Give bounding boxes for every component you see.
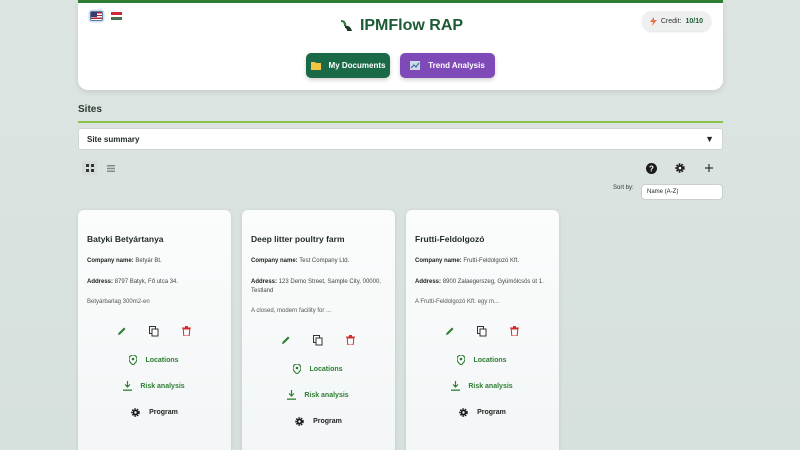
sites-heading: Sites [78,104,102,115]
toolbar: ? [644,161,716,175]
sort-select[interactable]: Name (A-Z) [641,184,723,200]
credit-label: Credit: [660,17,682,25]
locations-link[interactable]: Locations [415,355,549,365]
trend-analysis-label: Trend Analysis [428,61,485,70]
program-label: Program [313,418,342,425]
edit-pencil-icon[interactable] [280,334,292,346]
caret-down-icon: ▼ [705,134,714,144]
download-icon [451,381,461,391]
address-row: Address: 123 Demo Street, Sample City, 0… [251,278,385,296]
risk-analysis-link[interactable]: Risk analysis [251,390,385,400]
add-site-icon[interactable] [702,161,716,175]
copy-icon[interactable] [148,325,160,337]
risk-analysis-label: Risk analysis [140,382,185,390]
locations-label: Locations [145,356,179,364]
site-summary-label: Site summary [87,134,140,144]
download-icon [123,381,133,391]
leaf-logo-icon [340,20,352,31]
risk-analysis-label: Risk analysis [304,391,349,399]
svg-text:?: ? [649,164,654,173]
locations-label: Locations [473,356,507,364]
my-documents-label: My Documents [328,61,386,70]
edit-pencil-icon[interactable] [116,325,128,337]
header-card: IPMFlow RAP Credit: 10/10 My Documents T… [78,0,723,90]
delete-trash-icon[interactable] [344,334,356,346]
help-icon[interactable]: ? [644,161,658,175]
site-card: Batyki Betyártanya Company name: Betyár … [78,210,231,450]
address-value: 8900 Zalaegerszeg, Gyümölcsös út 1. [442,279,544,285]
card-actions [415,325,549,337]
map-pin-icon [129,355,138,365]
credit-badge: Credit: 10/10 [641,11,711,31]
site-card: Deep litter poultry farm Company name: T… [242,210,395,450]
address-label: Address: [87,279,114,285]
delete-trash-icon[interactable] [508,325,520,337]
trend-analysis-button[interactable]: Trend Analysis [400,53,495,78]
card-actions [251,334,385,346]
address-row: Address: 8900 Zalaegerszeg, Gyümölcsös ú… [415,278,549,287]
list-view-icon[interactable] [103,161,118,175]
program-link[interactable]: Program [251,416,385,427]
site-description: Betyárbarlag 300m2-en [87,299,150,305]
address-label: Address: [251,279,278,285]
my-documents-button[interactable]: My Documents [306,53,390,78]
brand-text: IPMFlow RAP [359,17,464,34]
chart-icon [410,61,421,70]
gear-icon [459,408,468,417]
site-card-title: Deep litter poultry farm [251,234,345,244]
card-actions [87,325,221,337]
map-pin-icon [293,364,302,374]
site-card-title: Frutti-Feldolgozó [415,234,485,244]
program-link[interactable]: Program [415,407,549,418]
locations-link[interactable]: Locations [87,355,221,365]
company-value: Betyár Bt. [135,258,162,264]
program-label: Program [149,409,178,416]
site-description: A closed, modern facility for ... [251,308,332,314]
company-label: Company name: [251,258,298,264]
copy-icon[interactable] [312,334,324,346]
folder-icon [310,62,321,70]
site-card: Frutti-Feldolgozó Company name: Frutti-F… [406,210,559,450]
company-row: Company name: Betyár Bt. [87,257,221,266]
program-label: Program [477,409,506,416]
address-row: Address: 8797 Batyk, Fő utca 34. [87,278,221,287]
copy-icon[interactable] [476,325,488,337]
company-label: Company name: [415,258,462,264]
risk-analysis-label: Risk analysis [468,382,513,390]
risk-analysis-link[interactable]: Risk analysis [415,381,549,391]
risk-analysis-link[interactable]: Risk analysis [87,381,221,391]
company-value: Test Company Ltd. [299,258,350,264]
company-row: Company name: Frutti-Feldolgozó Kft. [415,257,549,266]
site-card-title: Batyki Betyártanya [87,234,164,244]
address-value: 8797 Batyk, Fő utca 34. [114,279,179,285]
site-description: A Frutti-Feldolgozó Kft. egy m... [415,299,500,305]
gear-icon [295,417,304,426]
delete-trash-icon[interactable] [180,325,192,337]
sites-divider [78,121,723,123]
grid-view-icon[interactable] [82,161,97,175]
sort-by-label: Sort by: [613,185,634,191]
company-row: Company name: Test Company Ltd. [251,257,385,266]
app-title: IPMFlow RAP [78,17,723,35]
company-value: Frutti-Feldolgozó Kft. [463,258,520,264]
locations-link[interactable]: Locations [251,364,385,374]
view-toggle [82,161,118,175]
gear-icon [131,408,140,417]
bolt-icon [649,16,657,26]
company-label: Company name: [87,258,134,264]
address-label: Address: [415,279,442,285]
locations-label: Locations [309,365,343,373]
settings-gear-icon[interactable] [673,161,687,175]
download-icon [287,390,297,400]
credit-value: 10/10 [685,17,703,25]
edit-pencil-icon[interactable] [444,325,456,337]
program-link[interactable]: Program [87,407,221,418]
map-pin-icon [457,355,466,365]
site-summary-dropdown[interactable]: Site summary ▼ [78,128,723,150]
